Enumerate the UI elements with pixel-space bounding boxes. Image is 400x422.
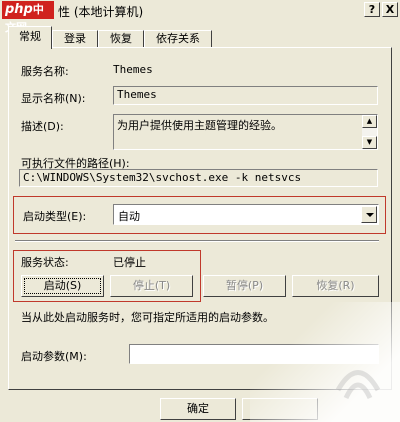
service-name-label: 服务名称: (21, 65, 69, 78)
service-name-value: Themes (113, 63, 153, 76)
start-button[interactable]: 启动(S) (21, 275, 104, 297)
description-label: 描述(D): (21, 120, 64, 133)
service-status-value: 已停止 (113, 256, 146, 269)
chevron-down-icon[interactable] (361, 206, 377, 223)
tab-recovery[interactable]: 恢复 (98, 30, 144, 48)
cancel-button[interactable] (242, 398, 318, 420)
title-bar: php中文网 性 (本地计算机) ? X (0, 0, 400, 34)
pause-button[interactable]: 暂停(P) (203, 275, 286, 297)
description-text: 为用户提供使用主题管理的经验。 (117, 119, 282, 132)
display-name-field[interactable]: Themes (113, 86, 378, 105)
startup-type-value: 自动 (118, 210, 140, 223)
service-status-label: 服务状态: (21, 256, 69, 269)
exe-path-field[interactable]: C:\WINDOWS\System32\svchost.exe -k netsv… (19, 169, 378, 187)
startup-type-label: 启动类型(E): (23, 210, 87, 223)
start-params-input[interactable] (129, 344, 379, 364)
close-button[interactable]: X (382, 2, 398, 17)
site-logo: php中文网 (2, 1, 54, 34)
tab-dependencies[interactable]: 依存关系 (144, 30, 212, 48)
start-params-label: 启动参数(M): (21, 350, 87, 363)
startup-type-select[interactable]: 自动 (113, 204, 379, 225)
ok-button[interactable]: 确定 (160, 398, 236, 420)
tab-logon[interactable]: 登录 (52, 30, 98, 48)
general-tab-panel: 服务名称: Themes 显示名称(N): Themes 描述(D): 为用户提… (8, 47, 392, 390)
resume-button[interactable]: 恢复(R) (292, 275, 379, 297)
window-title: 性 (本地计算机) (58, 5, 144, 19)
start-params-hint: 当从此处启动服务时，您可指定所适用的启动参数。 (21, 311, 274, 324)
description-scrollbar[interactable]: ▲ ▼ (362, 115, 377, 149)
stop-button[interactable]: 停止(T) (110, 275, 193, 297)
scroll-up-icon[interactable]: ▲ (362, 115, 377, 128)
tab-general[interactable]: 常规 (8, 26, 52, 49)
description-field[interactable]: 为用户提供使用主题管理的经验。 ▲ ▼ (113, 114, 378, 150)
help-button[interactable]: ? (364, 2, 380, 17)
divider (15, 240, 379, 242)
scroll-down-icon[interactable]: ▼ (362, 136, 377, 149)
display-name-label: 显示名称(N): (21, 92, 86, 105)
